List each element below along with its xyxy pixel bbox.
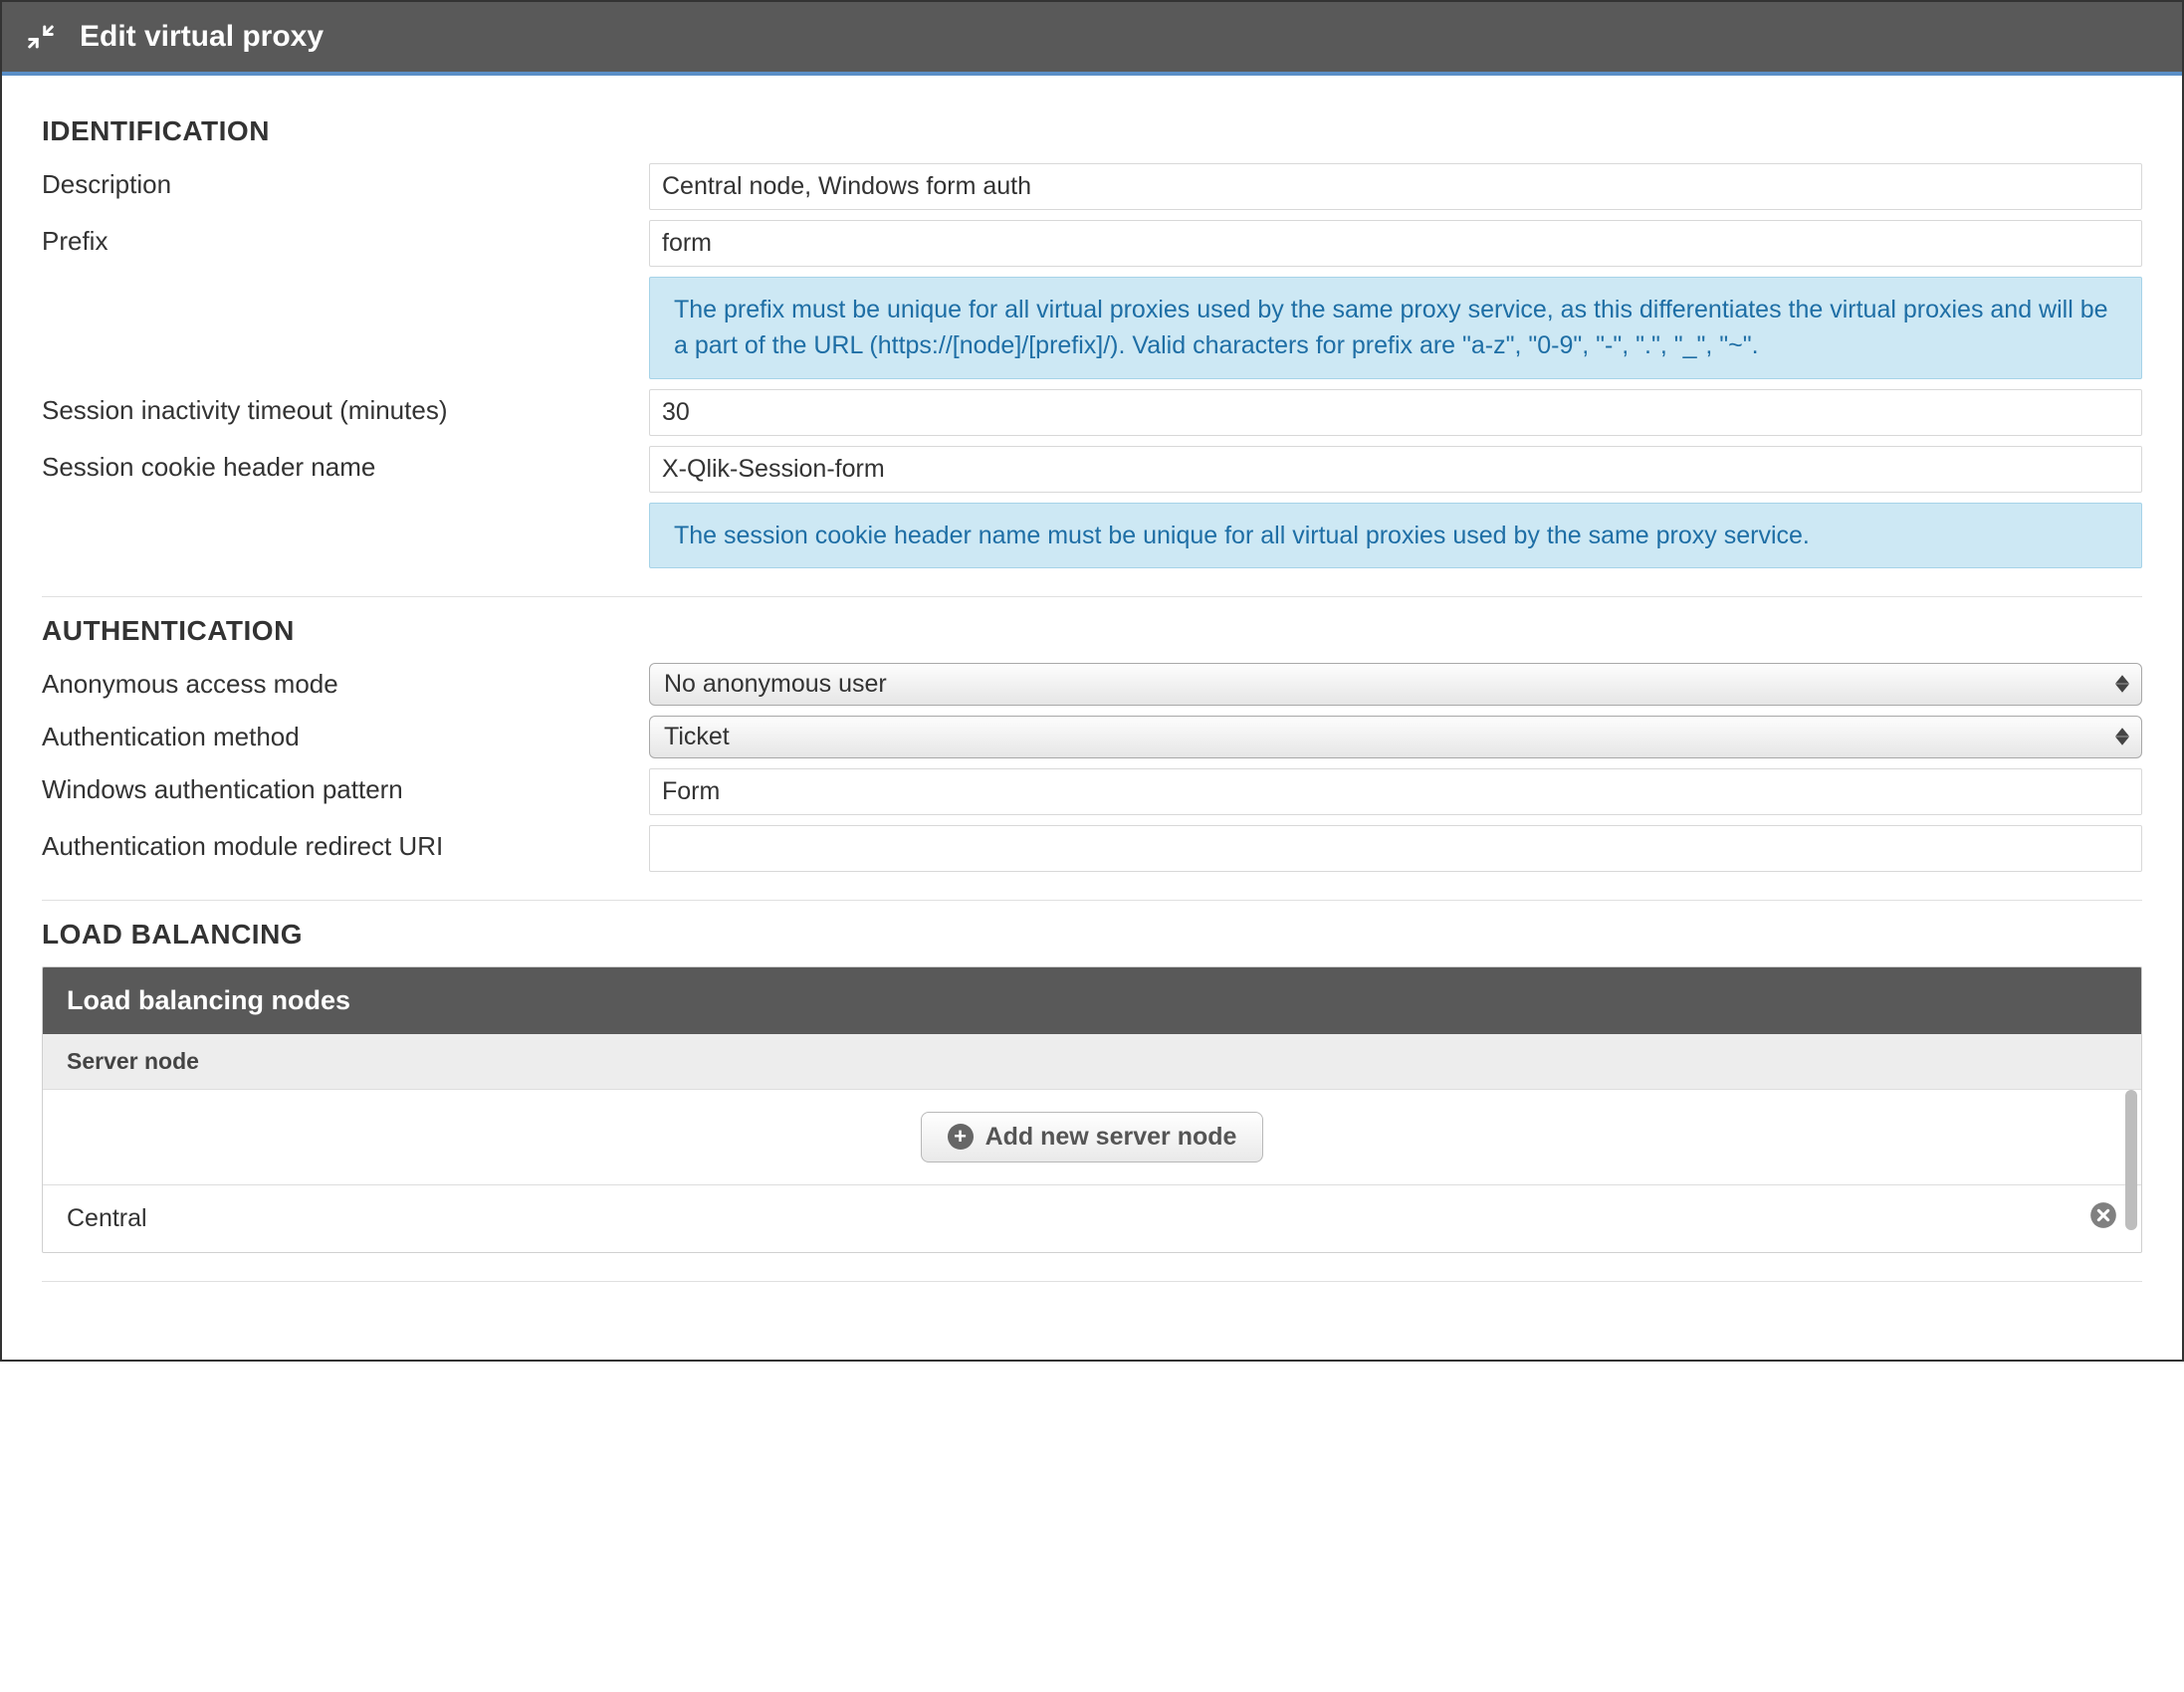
edit-virtual-proxy-dialog: Edit virtual proxy IDENTIFICATION Descri… <box>0 0 2184 1362</box>
auth-method-value: Ticket <box>664 723 730 751</box>
anonymous-mode-label: Anonymous access mode <box>42 663 629 700</box>
select-spinner-icon <box>2115 675 2129 693</box>
section-identification-heading: IDENTIFICATION <box>42 115 2142 147</box>
win-auth-pattern-input[interactable] <box>649 768 2142 815</box>
section-separator <box>42 596 2142 597</box>
load-balancing-panel-title: Load balancing nodes <box>43 967 2141 1034</box>
server-node-name: Central <box>67 1204 147 1233</box>
cookie-input[interactable] <box>649 446 2142 493</box>
anonymous-mode-select[interactable]: No anonymous user <box>649 663 2142 706</box>
prefix-info-box: The prefix must be unique for all virtua… <box>649 277 2142 379</box>
section-authentication-heading: AUTHENTICATION <box>42 615 2142 647</box>
timeout-input[interactable] <box>649 389 2142 436</box>
add-server-node-button[interactable]: + Add new server node <box>921 1112 1264 1163</box>
section-separator <box>42 1281 2142 1282</box>
remove-node-button[interactable] <box>2089 1201 2117 1236</box>
auth-redirect-label: Authentication module redirect URI <box>42 825 629 862</box>
timeout-label: Session inactivity timeout (minutes) <box>42 389 629 426</box>
auth-method-select[interactable]: Ticket <box>649 716 2142 758</box>
prefix-label: Prefix <box>42 220 629 257</box>
section-separator <box>42 900 2142 901</box>
select-spinner-icon <box>2115 728 2129 745</box>
dialog-title: Edit virtual proxy <box>80 20 324 54</box>
dialog-content: IDENTIFICATION Description Prefix The pr… <box>2 76 2182 1360</box>
collapse-icon <box>26 22 56 52</box>
add-server-node-label: Add new server node <box>985 1123 1237 1152</box>
auth-method-label: Authentication method <box>42 716 629 752</box>
win-auth-pattern-label: Windows authentication pattern <box>42 768 629 805</box>
auth-redirect-input[interactable] <box>649 825 2142 872</box>
plus-circle-icon: + <box>948 1124 974 1150</box>
prefix-input[interactable] <box>649 220 2142 267</box>
cookie-label: Session cookie header name <box>42 446 629 483</box>
dialog-title-bar: Edit virtual proxy <box>2 2 2182 76</box>
server-node-column-header: Server node <box>43 1034 2141 1090</box>
cookie-info-box: The session cookie header name must be u… <box>649 503 2142 568</box>
description-input[interactable] <box>649 163 2142 210</box>
anonymous-mode-value: No anonymous user <box>664 670 887 699</box>
load-balancing-panel: Load balancing nodes Server node + Add n… <box>42 966 2142 1253</box>
section-loadbalancing-heading: LOAD BALANCING <box>42 919 2142 951</box>
add-server-node-row: + Add new server node <box>43 1090 2141 1185</box>
description-label: Description <box>42 163 629 200</box>
server-node-row: Central <box>43 1185 2141 1252</box>
